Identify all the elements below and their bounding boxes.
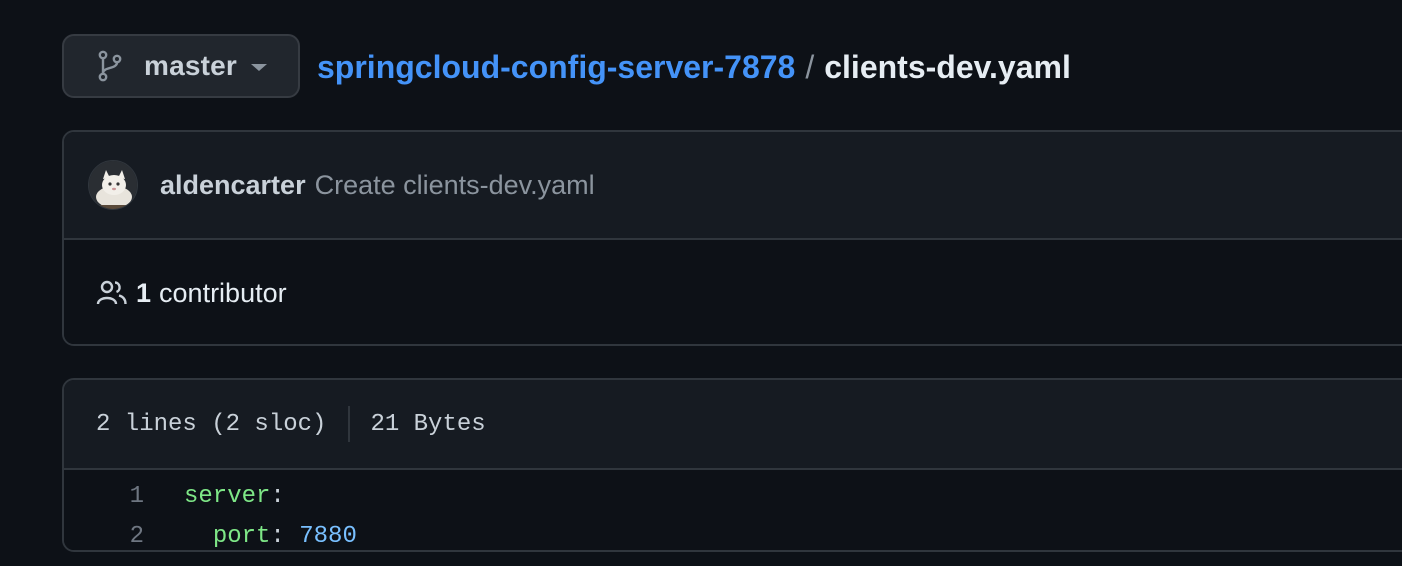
repo-link[interactable]: springcloud-config-server-7878: [317, 49, 795, 86]
commit-message-link[interactable]: Create clients-dev.yaml: [315, 170, 595, 201]
line-number[interactable]: 2: [64, 523, 144, 550]
triangle-down-icon: [251, 64, 268, 71]
yaml-value: 7880: [284, 522, 357, 550]
yaml-colon: :: [270, 522, 285, 550]
contributor-label: contributor: [159, 277, 287, 308]
branch-selector-button[interactable]: master: [62, 34, 300, 98]
contributor-count: 1: [136, 277, 152, 308]
avatar[interactable]: [88, 160, 138, 210]
yaml-colon: :: [270, 482, 285, 510]
branch-name: master: [144, 50, 238, 81]
file-size: 21 Bytes: [370, 410, 486, 438]
file-name: clients-dev.yaml: [824, 48, 1071, 85]
contributors-row: 1 contributor: [64, 240, 1402, 344]
code-view: 1 server: 2 port: 7880: [64, 470, 1402, 550]
people-icon: [96, 279, 128, 307]
line-count: 2 lines (2 sloc): [96, 410, 327, 438]
commit-author-link[interactable]: aldencarter: [160, 170, 306, 201]
commit-box: aldencarter Create clients-dev.yaml 1 co…: [62, 130, 1402, 346]
file-box: 2 lines (2 sloc) 21 Bytes 1 server: 2 po…: [62, 378, 1402, 552]
code-line: 1 server:: [64, 476, 1402, 516]
yaml-key: server: [184, 482, 271, 510]
latest-commit-row: aldencarter Create clients-dev.yaml: [64, 132, 1402, 240]
code-line: 2 port: 7880: [64, 516, 1402, 550]
breadcrumb: springcloud-config-server-7878 / clients…: [317, 46, 1071, 88]
breadcrumb-separator: /: [805, 48, 815, 85]
line-content: port: 7880: [184, 523, 357, 550]
line-number[interactable]: 1: [64, 483, 144, 510]
file-info-header: 2 lines (2 sloc) 21 Bytes: [64, 380, 1402, 470]
git-branch-icon: [97, 49, 125, 83]
line-content: server:: [184, 483, 285, 510]
yaml-key: port: [212, 522, 271, 550]
info-divider: [348, 406, 351, 442]
contributors-link[interactable]: 1 contributor: [96, 278, 287, 309]
